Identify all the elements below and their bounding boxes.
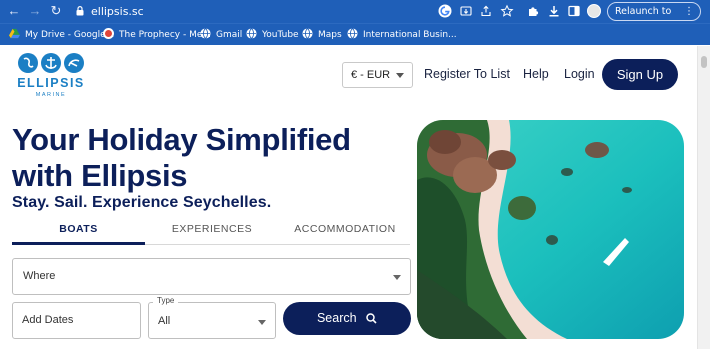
currency-select[interactable]: € - EUR: [342, 62, 413, 88]
search-icon: [366, 313, 377, 324]
logo-wordmark: ELLIPSIS: [17, 76, 85, 90]
type-value: All: [158, 315, 171, 327]
extensions-icon[interactable]: [526, 4, 540, 18]
where-select[interactable]: Where: [12, 258, 411, 295]
page-scrollbar[interactable]: [697, 46, 710, 349]
seychelles-beach-image: [417, 120, 684, 339]
profile-avatar[interactable]: [587, 4, 601, 18]
google-drive-icon: [9, 28, 20, 39]
download-icon[interactable]: [547, 4, 561, 18]
reload-icon[interactable]: ↻: [48, 3, 64, 19]
bookmark-item[interactable]: Maps: [302, 28, 342, 42]
bookmark-label: International Busin...: [363, 30, 457, 40]
bookmark-label: The Prophecy - Me...: [119, 30, 211, 40]
lock-icon[interactable]: [76, 6, 84, 16]
bookmark-item[interactable]: International Busin...: [347, 28, 457, 42]
dates-field[interactable]: Add Dates: [12, 302, 141, 339]
scrollbar-thumb[interactable]: [701, 56, 707, 68]
bookmark-item[interactable]: YouTube: [246, 28, 299, 42]
side-panel-icon[interactable]: [567, 4, 581, 18]
bookmark-item[interactable]: The Prophecy - Me...: [103, 28, 211, 42]
more-options-icon: ⋮: [684, 6, 694, 17]
logo-mark-icon: [18, 53, 84, 73]
bookmark-star-icon[interactable]: [500, 4, 514, 18]
install-app-icon[interactable]: [459, 4, 473, 18]
hero-title: Your Holiday Simplified with Ellipsis: [12, 122, 351, 193]
share-icon[interactable]: [479, 4, 493, 18]
search-button-label: Search: [316, 311, 357, 325]
caret-down-icon: [393, 275, 401, 280]
tab-accommodation[interactable]: ACCOMMODATION: [290, 223, 400, 235]
forward-icon[interactable]: →: [27, 3, 43, 19]
tab-boats[interactable]: BOATS: [12, 223, 145, 235]
help-link[interactable]: Help: [523, 67, 549, 81]
login-link[interactable]: Login: [564, 67, 595, 81]
active-tab-indicator: [12, 242, 145, 245]
browser-toolbar: ← → ↻ ellipsis.sc Relaunch to update ⋮: [0, 0, 710, 34]
bookmarks-bar: My Drive - Google... The Prophecy - Me..…: [0, 23, 710, 45]
relaunch-button[interactable]: Relaunch to update ⋮: [607, 2, 701, 34]
globe-icon: [246, 28, 257, 39]
globe-icon: [302, 28, 313, 39]
type-select[interactable]: All: [148, 302, 276, 339]
caret-down-icon: [396, 73, 404, 78]
prophecy-icon: [103, 28, 114, 39]
globe-icon: [347, 28, 358, 39]
web-page: ELLIPSIS MARINE € - EUR Register To List…: [0, 46, 697, 349]
sign-up-button[interactable]: Sign Up: [602, 59, 678, 90]
bookmark-label: Gmail: [216, 30, 243, 40]
ellipsis-logo[interactable]: ELLIPSIS MARINE: [17, 52, 85, 100]
tab-experiences[interactable]: EXPERIENCES: [162, 223, 262, 235]
bookmark-label: YouTube: [262, 30, 299, 40]
register-to-list-link[interactable]: Register To List: [424, 67, 510, 81]
bookmark-label: Maps: [318, 30, 342, 40]
bookmark-label: My Drive - Google...: [25, 30, 115, 40]
category-tabs: BOATS EXPERIENCES ACCOMMODATION: [12, 219, 410, 245]
hero-subtitle: Stay. Sail. Experience Seychelles.: [12, 194, 272, 211]
search-button[interactable]: Search: [283, 302, 411, 335]
globe-icon: [200, 28, 211, 39]
logo-subtitle: MARINE: [35, 92, 67, 98]
bookmark-item[interactable]: Gmail: [200, 28, 242, 42]
caret-down-icon: [258, 320, 266, 325]
currency-value: € - EUR: [351, 69, 391, 81]
bookmark-item[interactable]: My Drive - Google...: [9, 28, 114, 42]
address-bar-url[interactable]: ellipsis.sc: [91, 5, 144, 18]
where-placeholder: Where: [23, 270, 56, 282]
back-icon[interactable]: ←: [6, 3, 22, 19]
type-label: Type: [153, 296, 179, 305]
google-icon[interactable]: [438, 4, 452, 18]
dates-placeholder: Add Dates: [22, 314, 74, 326]
